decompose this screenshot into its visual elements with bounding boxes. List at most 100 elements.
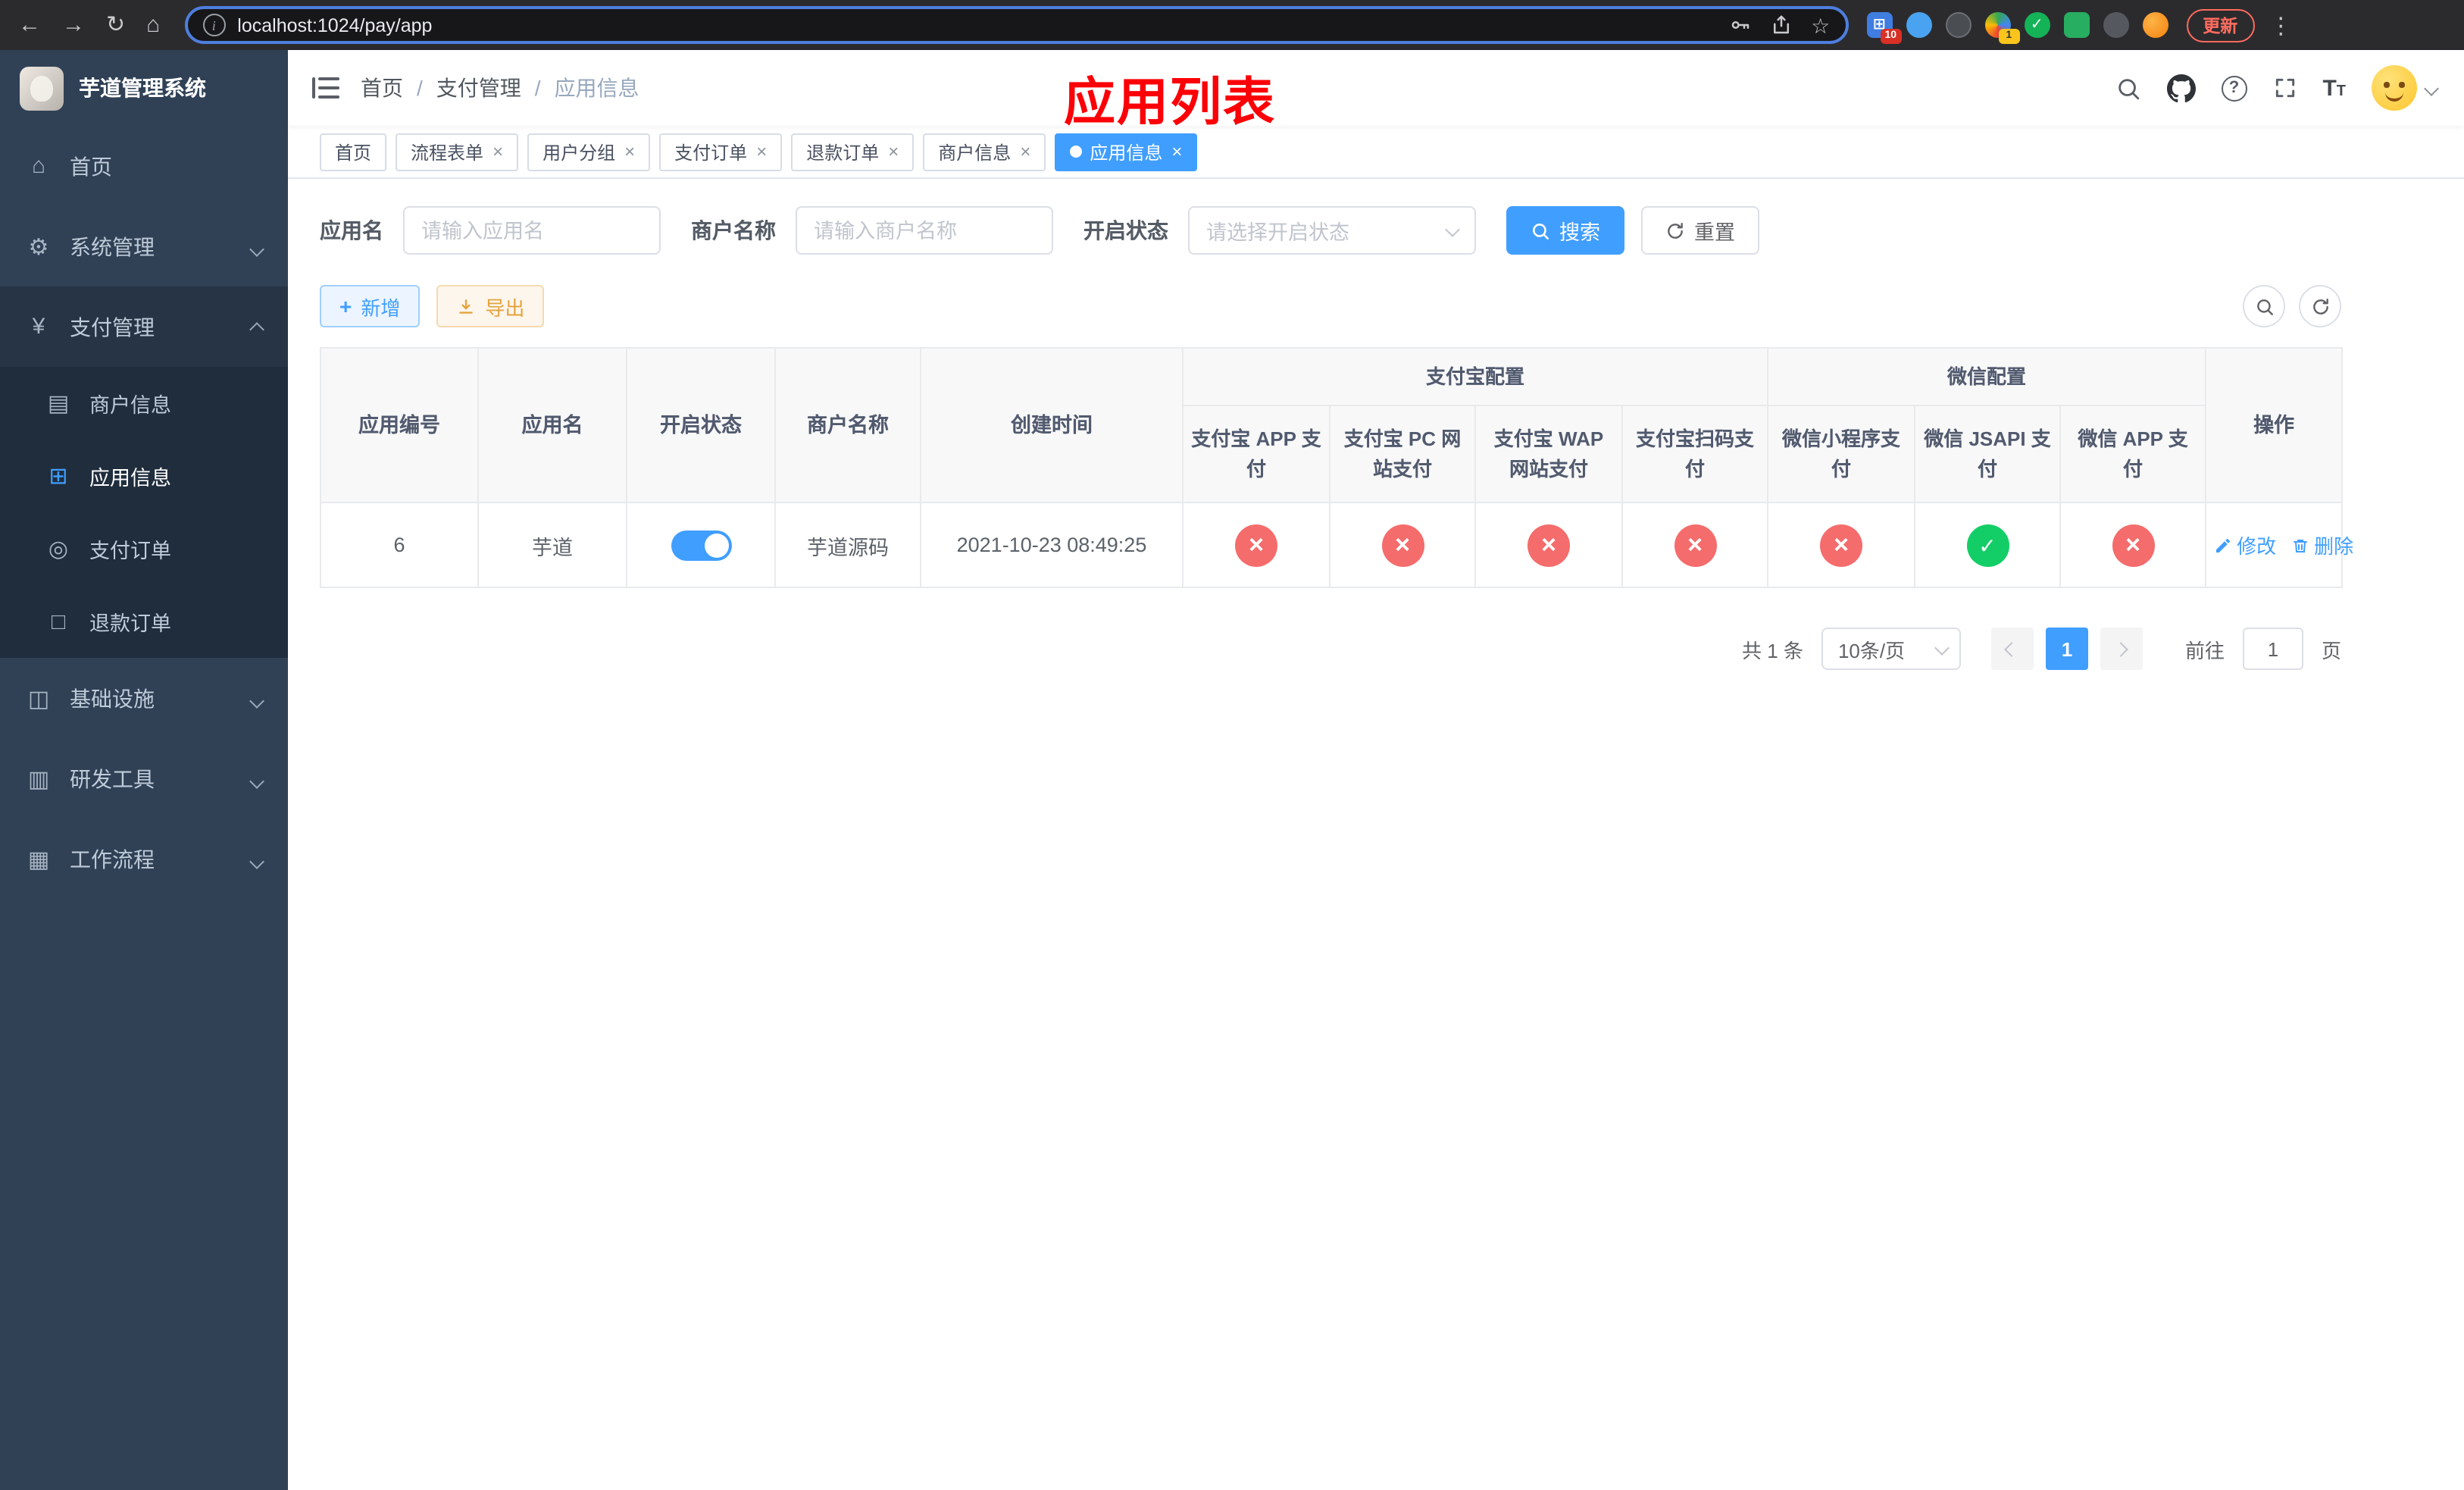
close-icon[interactable]: × (492, 142, 503, 161)
app-name-input[interactable] (403, 206, 661, 255)
card-icon: ▤ (47, 391, 70, 417)
table-row: 6 芋道 芋道源码 2021-10-23 08:49:25 × × × × × … (320, 502, 2353, 588)
close-icon[interactable]: × (888, 142, 899, 161)
monitor-icon: ◫ (27, 686, 50, 712)
home-icon[interactable]: ⌂ (146, 14, 160, 36)
tab-app-info[interactable]: 应用信息 × (1055, 133, 1198, 171)
extension-badge: 10 (1880, 29, 1902, 44)
page-size-select[interactable]: 10条/页 (1821, 628, 1961, 670)
sidebar-item-label: 支付管理 (70, 315, 155, 339)
close-icon[interactable]: × (624, 142, 635, 161)
browser-update-button[interactable]: 更新 (2186, 8, 2255, 42)
extension-icon-2[interactable] (1906, 12, 1932, 38)
cell-actions: 修改 删除 (2205, 502, 2353, 588)
cell-wx-app (2059, 502, 2207, 588)
close-icon[interactable]: × (1020, 142, 1030, 161)
sidebar-item-home[interactable]: ⌂ 首页 (0, 126, 288, 206)
github-icon[interactable] (2166, 74, 2196, 102)
sidebar-item-pay-order[interactable]: ◎ 支付订单 (0, 512, 288, 585)
back-icon[interactable]: ← (18, 14, 41, 36)
goto-page-input[interactable] (2242, 628, 2303, 670)
screen: ← → ↻ ⌂ i localhost:1024/pay/app ☆ ⊞ 10 (0, 0, 2464, 1490)
add-button[interactable]: + 新增 (320, 285, 421, 327)
sidebar-item-payment[interactable]: ¥ 支付管理 (0, 286, 288, 367)
sidebar-item-infrastructure[interactable]: ◫ 基础设施 (0, 658, 288, 738)
tab-refund-order[interactable]: 退款订单 × (791, 133, 915, 171)
extensions-pin-icon[interactable] (2103, 12, 2129, 38)
forward-icon[interactable]: → (62, 14, 85, 36)
merchant-name-label: 商户名称 (691, 218, 776, 243)
col-header-name: 应用名 (477, 347, 627, 503)
browser-nav-buttons: ← → ↻ ⌂ (0, 14, 178, 36)
url-text[interactable]: localhost:1024/pay/app (237, 14, 432, 36)
chevron-left-icon (2005, 641, 2020, 656)
reset-button-label: 重置 (1694, 221, 1735, 244)
fullscreen-icon[interactable] (2272, 76, 2297, 100)
extension-icon-3[interactable] (1945, 12, 1972, 38)
tab-merchant-info[interactable]: 商户信息 × (923, 133, 1046, 171)
toggle-knob (704, 533, 728, 557)
font-size-icon[interactable]: TT (2322, 77, 2346, 99)
share-icon[interactable] (1770, 14, 1793, 36)
extension-icon-6[interactable] (2063, 12, 2090, 38)
cell-alipay-pc (1329, 502, 1476, 588)
cell-status (626, 502, 776, 588)
prev-page-button[interactable] (1990, 628, 2034, 670)
status-select[interactable]: 请选择开启状态 (1188, 206, 1476, 255)
search-icon[interactable] (2115, 75, 2140, 101)
tab-label: 支付订单 (674, 142, 748, 163)
breadcrumb-home[interactable]: 首页 (361, 73, 403, 103)
next-page-button[interactable] (2100, 628, 2143, 670)
bookmark-star-icon[interactable]: ☆ (1811, 14, 1830, 36)
export-button[interactable]: 导出 (436, 285, 545, 327)
merchant-name-input[interactable] (796, 206, 1053, 255)
navbar-actions: ? TT (2115, 65, 2464, 111)
tab-pay-order[interactable]: 支付订单 × (659, 133, 783, 171)
password-key-icon[interactable] (1729, 14, 1752, 36)
show-search-button[interactable] (2243, 285, 2285, 327)
tab-home[interactable]: 首页 (320, 133, 387, 171)
extension-badge: 1 (1998, 29, 2020, 44)
search-button[interactable]: 搜索 (1506, 206, 1624, 255)
browser-menu-icon[interactable]: ⋮ (2269, 11, 2292, 39)
col-header-alipay-qr: 支付宝扫码支付 (1621, 405, 1769, 503)
sidebar-item-workflow[interactable]: ▦ 工作流程 (0, 819, 288, 899)
page-number-button[interactable]: 1 (2045, 628, 2088, 670)
tab-flow-form[interactable]: 流程表单 × (396, 133, 519, 171)
col-header-merchant: 商户名称 (774, 347, 921, 503)
status-toggle[interactable] (671, 530, 731, 560)
grid-icon: ⊞ (48, 464, 68, 490)
sidebar-item-dev-tools[interactable]: ▥ 研发工具 (0, 738, 288, 819)
delete-link[interactable]: 删除 (2291, 531, 2353, 559)
delete-label: 删除 (2314, 535, 2354, 558)
extension-icon-1[interactable]: ⊞ 10 (1866, 12, 1902, 44)
page-unit-label: 页 (2321, 639, 2341, 662)
user-menu[interactable] (2372, 65, 2439, 111)
extension-icon-4[interactable]: 1 (1984, 12, 2020, 44)
reload-icon[interactable]: ↻ (106, 14, 125, 36)
col-header-alipay-wap: 支付宝 WAP 网站支付 (1474, 405, 1623, 503)
breadcrumb-section[interactable]: 支付管理 (436, 73, 521, 103)
tab-user-group[interactable]: 用户分组 × (527, 133, 651, 171)
reset-button[interactable]: 重置 (1641, 206, 1759, 255)
avatar (2372, 65, 2417, 111)
edit-link[interactable]: 修改 (2214, 531, 2276, 559)
chevron-down-icon (249, 234, 264, 258)
sidebar-item-refund-order[interactable]: □ 退款订单 (0, 585, 288, 658)
refresh-table-button[interactable] (2299, 285, 2341, 327)
app-name-label: 应用名 (320, 218, 383, 243)
sidebar-item-app-info[interactable]: ⊞ 应用信息 (0, 440, 288, 512)
close-icon[interactable]: × (1171, 142, 1182, 161)
sidebar-item-system[interactable]: ⚙ 系统管理 (0, 206, 288, 286)
extension-icon-8[interactable] (2142, 12, 2169, 38)
site-info-icon[interactable]: i (202, 14, 226, 36)
help-icon[interactable]: ? (2221, 75, 2247, 101)
close-icon[interactable]: × (756, 142, 767, 161)
config-status-icon (1674, 524, 1716, 566)
sidebar-collapse-icon[interactable] (312, 77, 339, 99)
sidebar-item-merchant-info[interactable]: ▤ 商户信息 (0, 367, 288, 440)
address-bar[interactable]: i localhost:1024/pay/app ☆ (184, 6, 1849, 44)
extension-icon-5[interactable]: ✓ (2024, 12, 2050, 38)
pagination: 共 1 条 10条/页 1 前往 页 (320, 628, 2341, 670)
chevron-down-icon (249, 686, 264, 710)
